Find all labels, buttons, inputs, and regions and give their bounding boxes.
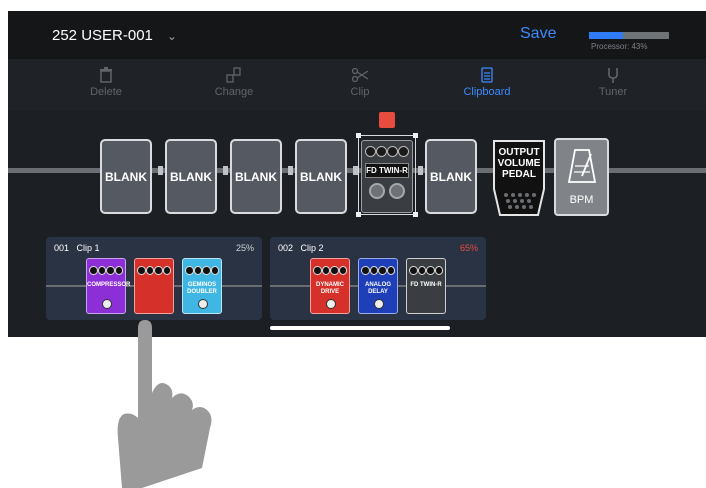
chain-connector	[418, 166, 423, 175]
footswitch-icon	[326, 299, 336, 309]
selection-handle	[413, 133, 418, 138]
preset-name: 252 USER-001	[52, 27, 153, 44]
chevron-down-icon: ⌄	[166, 28, 177, 43]
selection-handle	[413, 212, 418, 217]
amp-speakers	[362, 183, 412, 199]
knob-icon	[376, 146, 387, 157]
pedal-name: ANALOG DELAY	[365, 282, 391, 295]
pedal-analog-delay: ANALOG DELAY	[358, 258, 398, 314]
pedal-name: FD TWIN-R	[410, 282, 442, 288]
pedal-name: DYNAMIC DRIVE	[316, 282, 344, 295]
chain-slot-4[interactable]: BLANK	[295, 139, 347, 214]
clip-percent: 25%	[235, 243, 254, 253]
save-button[interactable]: Save	[520, 25, 556, 43]
tuning-fork-icon	[608, 68, 618, 83]
processor-meter	[589, 32, 669, 39]
speaker-icon	[389, 183, 405, 199]
footswitch-icon	[374, 299, 384, 309]
selection-handle	[356, 133, 361, 138]
footswitch-icon	[198, 299, 208, 309]
trash-icon	[100, 67, 112, 83]
pedal-geminos-doubler: GEMINOS DOUBLER	[182, 258, 222, 314]
edit-toolbar: Delete Change Clip Clipboard Tuner	[8, 59, 706, 111]
clip-number: 002	[278, 243, 294, 253]
home-indicator	[270, 326, 450, 330]
delete-label: Delete	[90, 86, 122, 98]
amp-block[interactable]: FD TWIN-R	[361, 140, 413, 213]
clip-card-2[interactable]: 002 Clip 2 65% DYNAMIC DRIVE ANALOG DELA…	[270, 237, 486, 320]
scissors-icon	[351, 67, 369, 83]
pedal-red	[134, 258, 174, 314]
pedal-compressor: COMPRESSOR	[86, 258, 131, 314]
output-volume-label: OUTPUT VOLUME PEDAL	[497, 147, 541, 180]
chain-slot-2[interactable]: BLANK	[165, 139, 217, 214]
metronome-icon	[567, 149, 597, 183]
change-label: Change	[214, 86, 254, 98]
clip-percent: 65%	[459, 243, 478, 253]
slot-label: BLANK	[300, 169, 342, 184]
clip-number: 001	[54, 243, 70, 253]
bpm-label: BPM	[569, 194, 594, 206]
selection-handle	[356, 212, 361, 217]
pedal-name: COMPRESSOR	[87, 282, 131, 288]
knob-icon	[365, 146, 376, 157]
output-volume-pedal[interactable]: OUTPUT VOLUME PEDAL	[490, 139, 548, 217]
amp-name: FD TWIN-R	[365, 163, 409, 178]
slot-label: BLANK	[235, 169, 277, 184]
clip-label: Clip	[350, 86, 370, 98]
change-icon	[226, 67, 241, 83]
chain-connector	[158, 166, 163, 175]
slot-label: BLANK	[430, 169, 472, 184]
chain-connector	[288, 166, 293, 175]
bpm-block[interactable]: BPM	[554, 138, 609, 216]
app-window: 252 USER-001 ⌄ Save Processor: 43% Delet…	[8, 11, 706, 337]
amp-knobs	[362, 141, 412, 157]
clip-tool[interactable]: Clip	[320, 67, 400, 98]
pedal-fd-twin-r: FD TWIN-R	[406, 258, 446, 314]
clip-header: 001 Clip 1	[54, 243, 100, 253]
clip-card-1[interactable]: 001 Clip 1 25% COMPRESSOR GEMINOS DOUBLE…	[46, 237, 262, 320]
tuner-label: Tuner	[598, 86, 628, 98]
knob-icon	[387, 146, 398, 157]
clip-header: 002 Clip 2	[278, 243, 324, 253]
chain-slot-3[interactable]: BLANK	[230, 139, 282, 214]
slot-label: BLANK	[170, 169, 212, 184]
tuner-tool[interactable]: Tuner	[573, 67, 653, 98]
clip-name: Clip 2	[300, 243, 324, 253]
pedal-name: GEMINOS DOUBLER	[187, 282, 217, 295]
processor-label: Processor: 43%	[591, 42, 648, 51]
preset-selector[interactable]: 252 USER-001 ⌄	[52, 27, 177, 44]
selection-marker	[379, 112, 395, 128]
chain-connector	[223, 166, 228, 175]
clipboard-icon	[481, 67, 493, 83]
clip-name: Clip 1	[76, 243, 100, 253]
delete-tool[interactable]: Delete	[66, 67, 146, 98]
speaker-icon	[369, 183, 385, 199]
tap-gesture-hand-icon	[117, 320, 212, 488]
pedal-dynamic-drive: DYNAMIC DRIVE	[310, 258, 350, 314]
footswitch-icon	[102, 299, 112, 309]
clipboard-tool[interactable]: Clipboard	[447, 67, 527, 98]
chain-slot-6[interactable]: BLANK	[425, 139, 477, 214]
processor-meter-fill	[589, 32, 624, 39]
slot-label: BLANK	[105, 169, 147, 184]
clipboard-label: Clipboard	[463, 86, 511, 98]
chain-slot-1[interactable]: BLANK	[100, 139, 152, 214]
knob-icon	[398, 146, 409, 157]
change-tool[interactable]: Change	[194, 67, 274, 98]
top-bar: 252 USER-001 ⌄ Save Processor: 43%	[8, 11, 706, 59]
